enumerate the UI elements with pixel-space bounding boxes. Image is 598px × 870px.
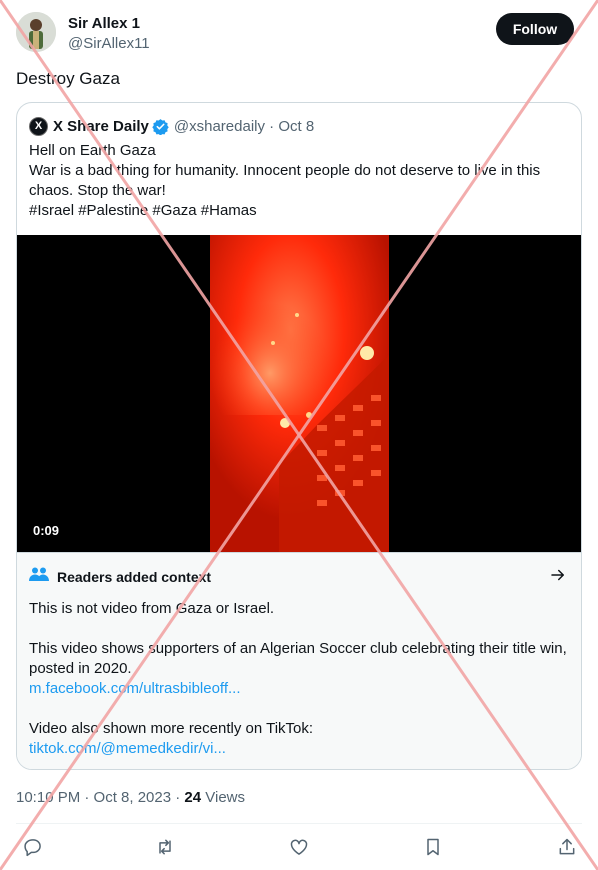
video-frame [17, 235, 581, 552]
share-icon[interactable] [554, 834, 580, 860]
views-count: 24 [184, 789, 202, 806]
author-handle[interactable]: @SirAllex11 [68, 35, 150, 53]
quote-hashtags[interactable]: #Israel #Palestine #Gaza #Hamas [29, 201, 569, 221]
follow-button[interactable]: Follow [496, 13, 574, 45]
community-notes: Readers added context This is not video … [17, 552, 581, 769]
context-body: This is not video from Gaza or Israel. T… [29, 599, 574, 759]
retweet-icon[interactable] [152, 834, 178, 860]
verified-badge-icon [152, 118, 169, 135]
people-icon [29, 566, 49, 587]
tweet-text: Destroy Gaza [16, 69, 120, 88]
video-timestamp: 0:09 [33, 523, 60, 538]
tweet-header: Sir Allex 1 @SirAllex11 Follow [16, 12, 582, 56]
source-link-tiktok[interactable]: tiktok.com/@memedkedir/vi... [29, 739, 574, 759]
tweet-meta: 10:10 PM · Oct 8, 2023 · 24 Views [16, 789, 245, 806]
bookmark-icon[interactable] [420, 834, 446, 860]
quote-header: X X Share Daily @xsharedaily · Oct 8 [29, 116, 314, 136]
x-logo-icon: X [29, 116, 48, 136]
like-icon[interactable] [286, 834, 312, 860]
divider [16, 823, 582, 824]
quoted-tweet[interactable]: X X Share Daily @xsharedaily · Oct 8 Hel… [16, 102, 582, 770]
quote-text: Hell on Earth Gaza War is a bad thing fo… [29, 141, 569, 221]
source-link-facebook[interactable]: m.facebook.com/ultrasbibleoff... [29, 679, 574, 699]
quote-author-name[interactable]: X Share Daily [53, 118, 149, 135]
timestamp[interactable]: 10:10 PM · Oct 8, 2023 · [16, 789, 184, 806]
author-name[interactable]: Sir Allex 1 [68, 15, 140, 33]
context-paragraph: This video shows supporters of an Algeri… [29, 640, 567, 677]
avatar[interactable] [16, 12, 56, 52]
avatar-image [16, 12, 56, 52]
action-bar [16, 834, 582, 860]
context-title: Readers added context [57, 568, 212, 585]
context-header: Readers added context [29, 566, 211, 587]
quote-line: Hell on Earth Gaza [29, 142, 156, 159]
arrow-right-icon[interactable] [549, 566, 567, 584]
views-label: Views [201, 789, 246, 806]
quote-handle-date[interactable]: @xsharedaily · Oct 8 [174, 118, 314, 135]
video-player[interactable]: 0:09 [17, 235, 581, 552]
reply-icon[interactable] [20, 834, 46, 860]
context-paragraph: Video also shown more recently on TikTok… [29, 720, 314, 737]
context-paragraph: This is not video from Gaza or Israel. [29, 600, 275, 617]
quote-line: War is a bad thing for humanity. Innocen… [29, 162, 545, 199]
